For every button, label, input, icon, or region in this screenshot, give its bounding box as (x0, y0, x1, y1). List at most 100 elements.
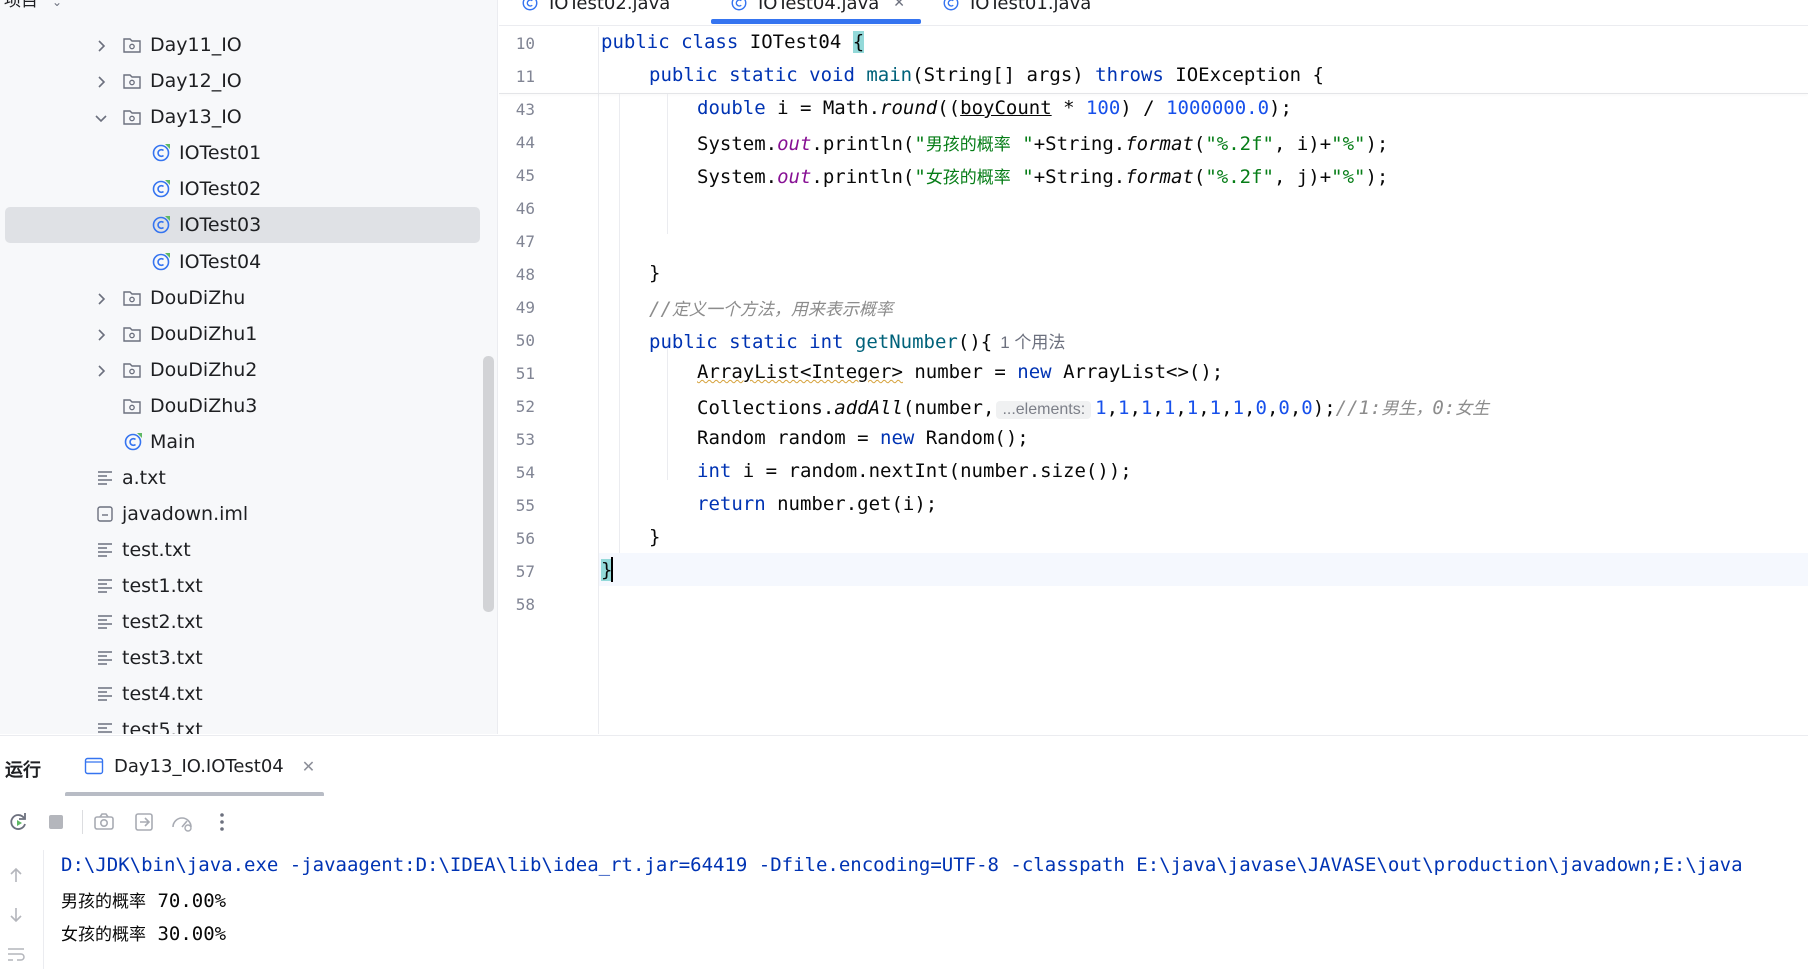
tree-item-test4-txt[interactable]: test4.txt (5, 677, 480, 711)
text-file-icon (95, 612, 115, 632)
tree-item-label: Day12_IO (150, 70, 242, 92)
tree-item-label: test4.txt (122, 683, 203, 705)
chevron-down-icon[interactable]: ⌄ (52, 0, 62, 9)
tree-item-label: Main (150, 431, 196, 453)
text-file-icon (95, 684, 115, 704)
tab-iotest01[interactable]: IOTest01.java (942, 0, 1091, 18)
profiler-icon[interactable] (170, 810, 194, 834)
code-line-52: Collections.addAll(number, ...elements: 1,… (697, 397, 1490, 419)
module-file-icon (95, 504, 115, 524)
code-line-45: System.out.println("女孩的概率 "+String.forma… (697, 166, 1389, 188)
tree-item-test2-txt[interactable]: test2.txt (5, 605, 480, 639)
chevron-down-icon[interactable] (93, 109, 109, 125)
code-editor[interactable]: 10 11 43 44 45 46 47 48 49 50 51 52 53 5… (499, 27, 1808, 734)
tree-item-doudizhu2[interactable]: DouDiZhu2 (5, 353, 480, 387)
code-line-54: int i = random.nextInt(number.size()); (697, 460, 1132, 482)
line-number: 55 (515, 496, 535, 515)
run-tab-label: Day13_IO.IOTest04 (114, 755, 284, 777)
tree-item-iotest03[interactable]: IOTest03 (5, 207, 480, 243)
camera-icon[interactable] (92, 810, 116, 834)
package-folder-icon (122, 360, 142, 380)
chevron-right-icon[interactable] (93, 326, 109, 342)
tree-item-label: test3.txt (122, 647, 203, 669)
java-class-icon (943, 0, 959, 11)
tree-item-doudizhu3[interactable]: DouDiZhu3 (5, 389, 480, 423)
tab-label: IOTest01.java (970, 0, 1092, 14)
code-line-56: } (649, 526, 661, 548)
line-number: 56 (515, 529, 535, 548)
chevron-right-icon[interactable] (93, 362, 109, 378)
java-class-icon (151, 215, 171, 235)
line-number: 49 (515, 298, 535, 317)
console-output[interactable]: D:\JDK\bin\java.exe -javaagent:D:\IDEA\l… (45, 850, 1808, 969)
tree-item-iotest04[interactable]: IOTest04 (5, 245, 480, 279)
run-configuration-tab[interactable]: Day13_IO.IOTest04 ✕ (84, 753, 315, 779)
parameter-hint: ...elements: (996, 401, 1092, 419)
tab-label: IOTest04.java (758, 0, 880, 14)
line-number: 46 (515, 199, 535, 218)
arrow-up-icon[interactable] (6, 865, 26, 885)
tree-item-iotest01[interactable]: IOTest01 (5, 136, 480, 170)
indent-guide (667, 340, 668, 480)
current-line-highlight (499, 553, 1808, 586)
package-folder-icon (122, 324, 142, 344)
project-tree-scrollbar[interactable] (483, 356, 494, 612)
java-class-icon (731, 0, 747, 11)
code-line-50: public static int getNumber(){1 个用法 (649, 331, 1066, 353)
line-number: 54 (515, 463, 535, 482)
chevron-right-icon[interactable] (93, 73, 109, 89)
line-number: 48 (515, 265, 535, 284)
package-folder-icon (122, 71, 142, 91)
tree-item-day11-io[interactable]: Day11_IO (5, 28, 480, 62)
package-folder-icon (122, 107, 142, 127)
tab-iotest02[interactable]: IOTest02.java (521, 0, 670, 18)
more-options-icon[interactable] (210, 810, 234, 834)
line-number: 57 (515, 562, 535, 581)
tree-item-label: test.txt (122, 539, 191, 561)
code-line-49: //定义一个方法，用来表示概率 (649, 298, 893, 320)
java-class-icon (522, 0, 538, 11)
tree-item-label: DouDiZhu3 (150, 395, 258, 417)
package-folder-icon (122, 35, 142, 55)
tree-item-test3-txt[interactable]: test3.txt (5, 641, 480, 675)
chevron-right-icon[interactable] (93, 290, 109, 306)
tree-item-iotest02[interactable]: IOTest02 (5, 172, 480, 206)
tree-item-label: DouDiZhu2 (150, 359, 258, 381)
tree-item-test5-txt[interactable]: test5.txt (5, 713, 480, 734)
code-line-43: double i = Math.round((boyCount * 100) /… (697, 97, 1292, 119)
soft-wrap-icon[interactable] (6, 945, 26, 965)
run-panel-title: 运行 (5, 760, 41, 781)
tree-item-doudizhu1[interactable]: DouDiZhu1 (5, 317, 480, 351)
run-tool-window-header: 运行 Day13_IO.IOTest04 ✕ (0, 735, 1808, 797)
tab-iotest04[interactable]: IOTest04.java ✕ (730, 0, 905, 18)
text-file-icon (95, 540, 115, 560)
tree-item-label: IOTest01 (179, 142, 262, 164)
tree-item-label: Day13_IO (150, 106, 242, 128)
text-file-icon (95, 468, 115, 488)
java-class-icon (151, 143, 171, 163)
java-class-icon (123, 432, 143, 452)
close-icon[interactable]: ✕ (893, 0, 905, 11)
chevron-right-icon[interactable] (93, 37, 109, 53)
tree-item-label: a.txt (122, 467, 166, 489)
tree-item-test1-txt[interactable]: test1.txt (5, 569, 480, 603)
restore-layout-icon[interactable] (132, 810, 156, 834)
stop-icon[interactable] (44, 810, 68, 834)
rerun-icon[interactable] (6, 810, 30, 834)
close-icon[interactable]: ✕ (302, 757, 315, 776)
tab-label: IOTest02.java (549, 0, 671, 14)
tree-item-javadown-iml[interactable]: javadown.iml (5, 497, 480, 531)
usages-hint[interactable]: 1 个用法 (1000, 333, 1065, 352)
tree-item-day13-io[interactable]: Day13_IO (5, 100, 480, 134)
tree-item-label: javadown.iml (122, 503, 249, 525)
project-panel-header[interactable]: 项目 ⌄ (0, 0, 62, 11)
tree-item-main[interactable]: Main (5, 425, 480, 459)
tree-item-test-txt[interactable]: test.txt (5, 533, 480, 567)
tree-item-doudizhu[interactable]: DouDiZhu (5, 281, 480, 315)
arrow-down-icon[interactable] (6, 905, 26, 925)
tree-item-day12-io[interactable]: Day12_IO (5, 64, 480, 98)
console-output-line: 男孩的概率 70.00% (61, 890, 227, 912)
line-number: 53 (515, 430, 535, 449)
run-toolbar (0, 796, 1808, 850)
tree-item-a-txt[interactable]: a.txt (5, 461, 480, 495)
